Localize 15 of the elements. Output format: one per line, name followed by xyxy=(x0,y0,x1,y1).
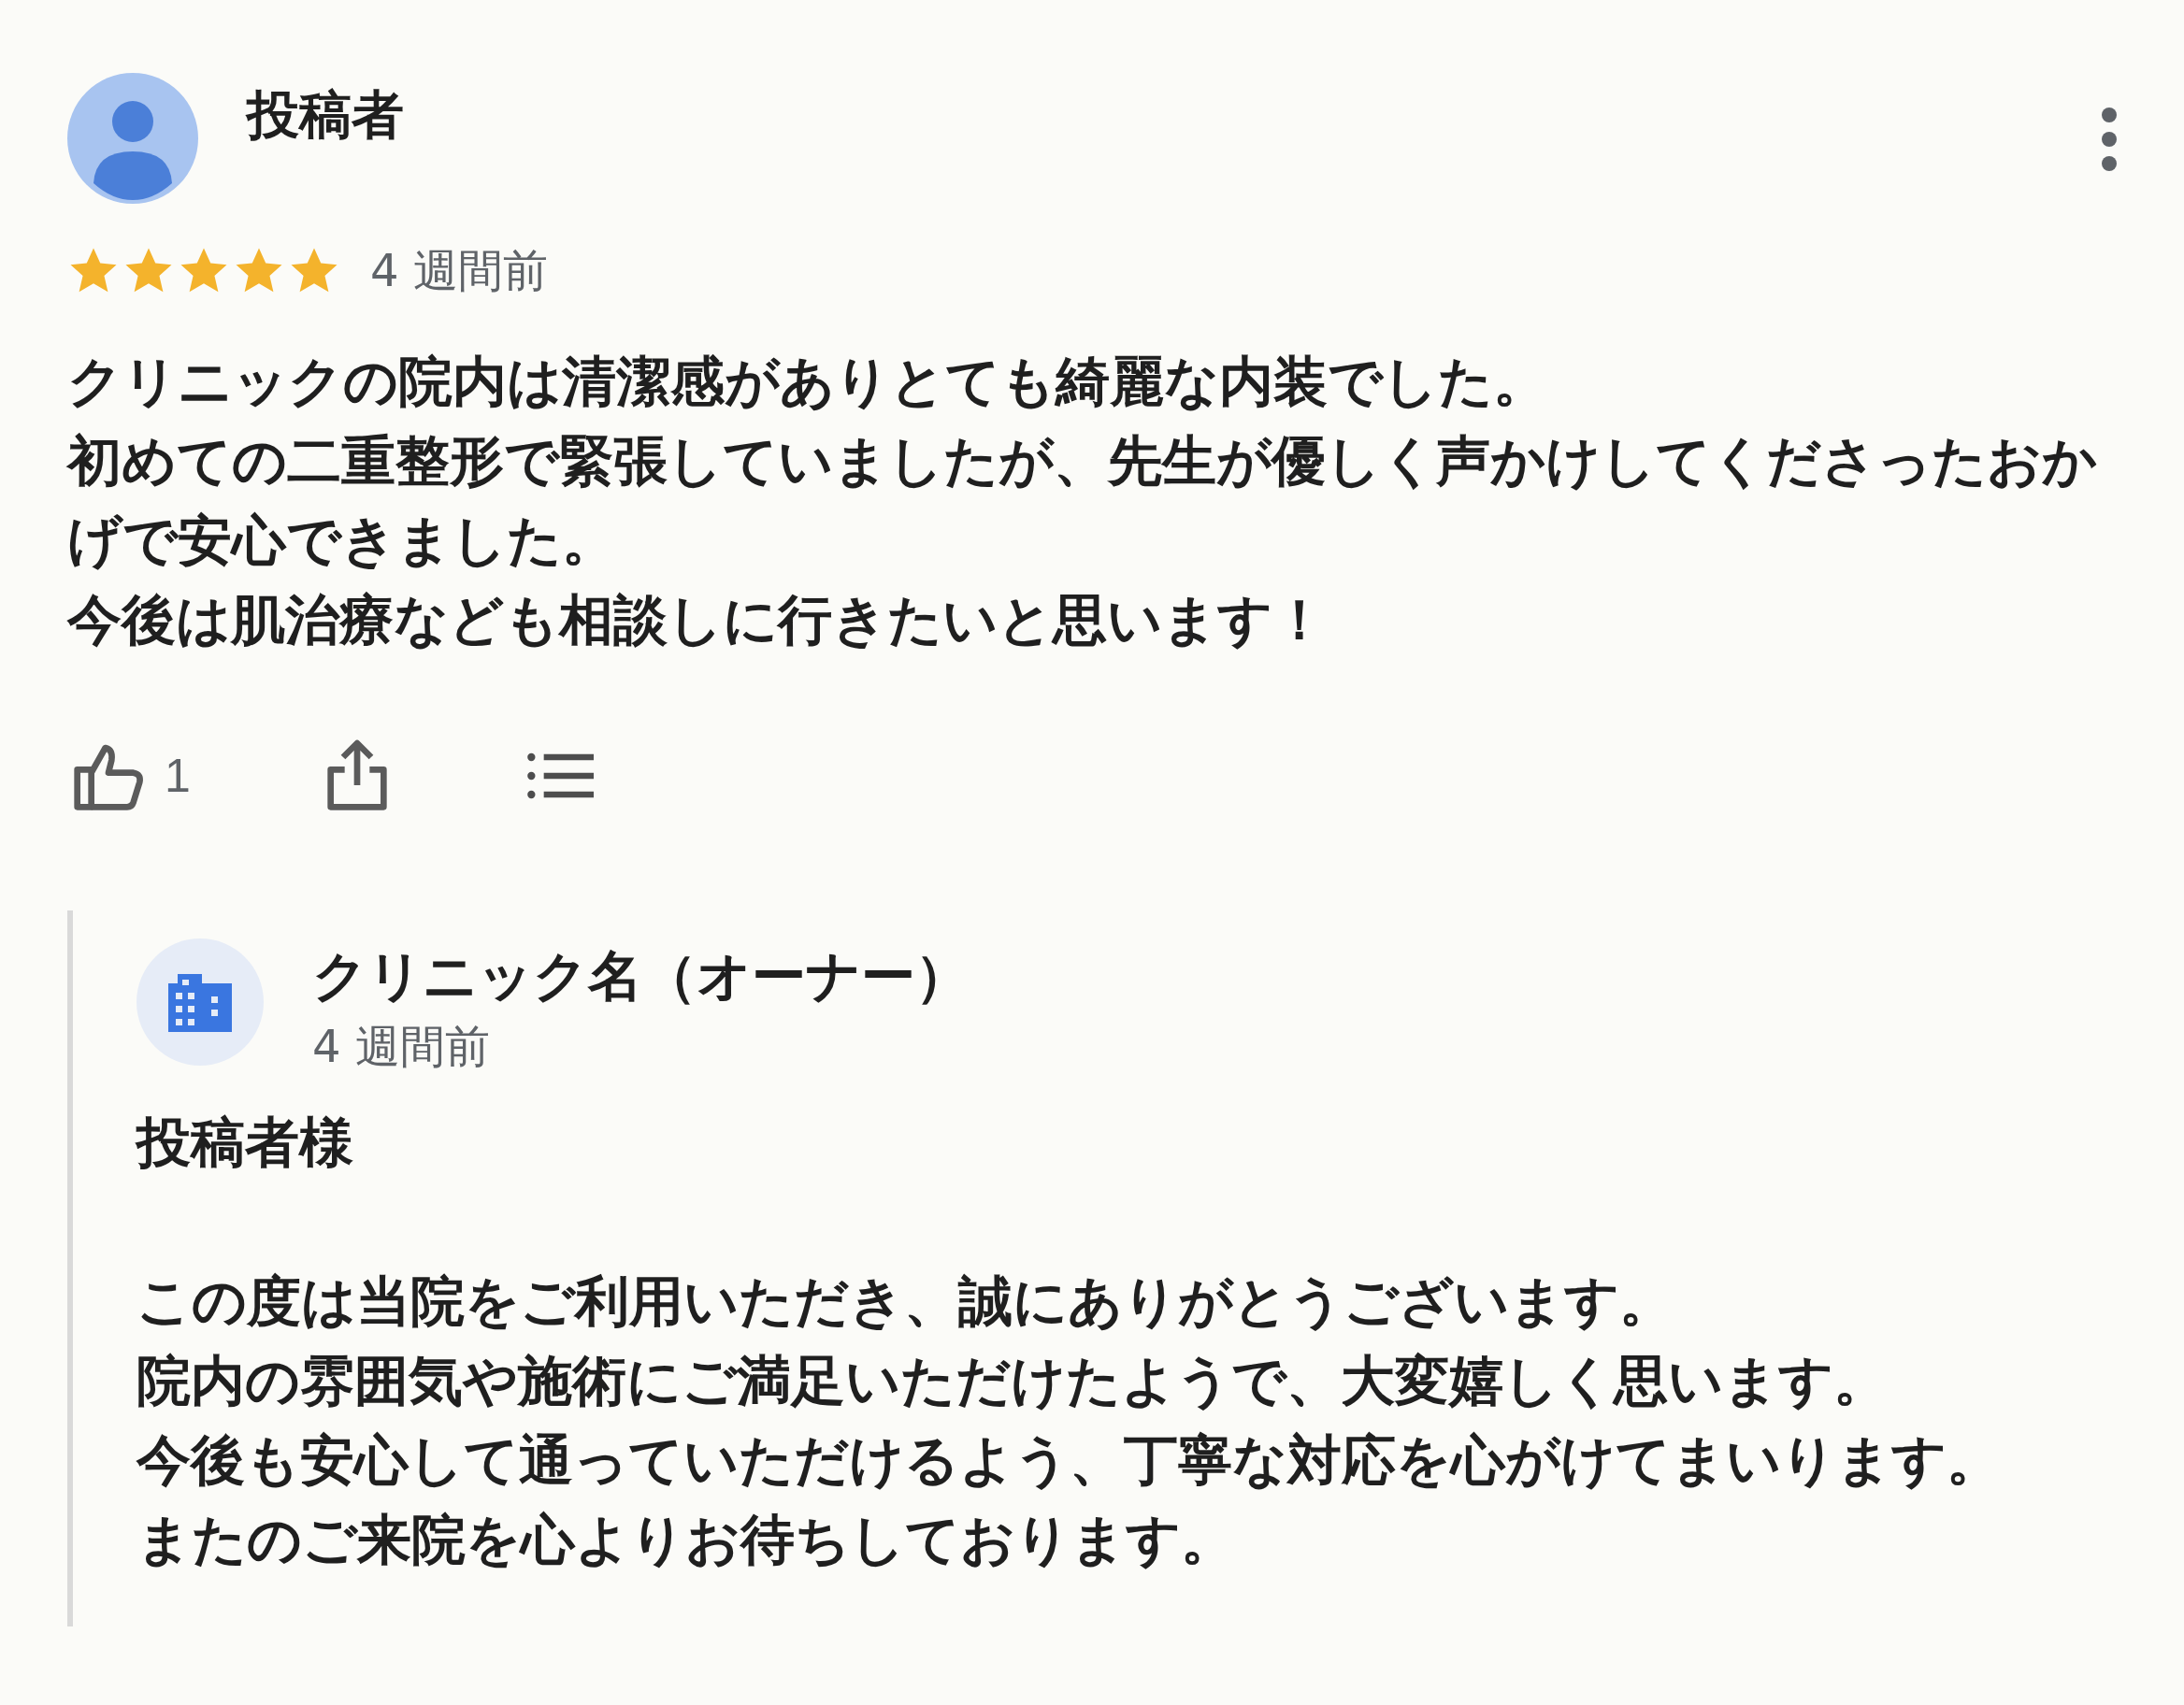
reply-text: 今後も安心して通っていただけるよう、丁寧な対応を心がけてまいります。 xyxy=(136,1427,2002,1494)
building-icon xyxy=(136,938,264,1066)
reviewer-name: 投稿者 xyxy=(247,83,405,147)
reply-greeting: 投稿者様 xyxy=(136,1110,354,1176)
review-time: 4 週間前 xyxy=(370,243,548,298)
owner-name: クリニック名（オーナー） xyxy=(312,943,970,1010)
avatar-icon xyxy=(67,73,198,204)
reply-text: 院内の雰囲気や施術にご満足いただけたようで、大変嬉しく思います。 xyxy=(136,1348,1889,1414)
reply-text: この度は当院をご利用いただき、誠にありがとうございます。 xyxy=(136,1268,1674,1335)
like-button[interactable]: 1 xyxy=(67,735,194,817)
reply-time: 4 週間前 xyxy=(312,1019,491,1074)
review-text: クリニックの院内は清潔感がありとても綺麗な内装でした。 xyxy=(67,349,1548,415)
review-text: 初めての二重整形で緊張していましたが、先生が優しく声かけしてくださったおかげで安心できました。 xyxy=(67,428,2098,574)
review-text: 今後は肌治療なども相談しに行きたいと思います！ xyxy=(67,587,1328,653)
reply-text: またのご来院を心よりお待ちしております。 xyxy=(136,1507,1236,1573)
